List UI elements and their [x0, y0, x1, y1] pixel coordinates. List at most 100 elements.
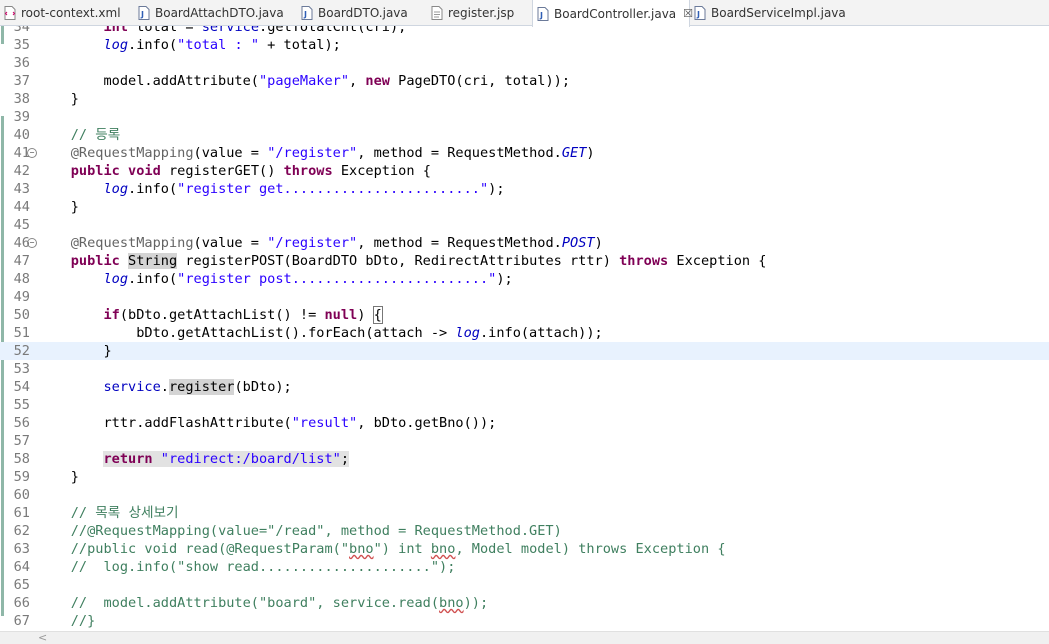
code-line[interactable]: 61 // 목록 상세보기 — [0, 504, 1049, 522]
code-token: { — [372, 306, 383, 324]
code-line[interactable]: 35 log.info("total : " + total); — [0, 36, 1049, 54]
code-token: log — [455, 325, 480, 341]
code-line[interactable]: 36 — [0, 54, 1049, 72]
code-line[interactable]: 54 service.register(bDto); — [0, 378, 1049, 396]
code-line[interactable]: 64 // log.info("show read...............… — [0, 558, 1049, 576]
line-number: 42 — [13, 163, 30, 179]
code-token: rttr.addFlashAttribute( — [38, 415, 292, 431]
code-token: } — [38, 199, 79, 215]
code-token: (bDto.getAttachList() != — [119, 307, 325, 323]
code-line[interactable]: 47 public String registerPOST(BoardDTO b… — [0, 252, 1049, 270]
tab-boardserviceimpl-java[interactable]: J BoardServiceImpl.java — [690, 0, 860, 26]
code-text: } — [38, 90, 79, 108]
line-number: 59 — [13, 469, 30, 485]
tab-boardattachdto-java[interactable]: J BoardAttachDTO.java — [134, 0, 297, 26]
code-token: ); — [496, 271, 513, 287]
code-token: } — [38, 343, 112, 359]
code-line[interactable]: 66 // model.addAttribute("board", servic… — [0, 594, 1049, 612]
code-line[interactable]: 59 } — [0, 468, 1049, 486]
line-number: 45 — [13, 217, 30, 233]
code-token: public — [70, 253, 120, 269]
java-file-icon: J — [694, 6, 706, 20]
line-number: 57 — [13, 433, 30, 449]
code-text: public String registerPOST(BoardDTO bDto… — [38, 252, 766, 270]
code-line[interactable]: 63 //public void read(@RequestParam(" bno… — [0, 540, 1049, 558]
code-token: bDto.getAttachList().forEach(attach -> — [38, 325, 456, 341]
svg-text:J: J — [140, 10, 144, 19]
code-line[interactable]: 53 — [0, 360, 1049, 378]
code-line[interactable]: 39 — [0, 108, 1049, 126]
code-token: "redirect:/board/list" — [160, 451, 341, 467]
editor-tab-bar: root-context.xml J BoardAttachDTO.java J Boa… — [0, 0, 1049, 27]
line-number: 67 — [13, 613, 30, 629]
code-token: POST — [561, 235, 595, 251]
code-token: "register post........................" — [177, 271, 497, 287]
code-line[interactable]: 57 — [0, 432, 1049, 450]
code-line[interactable]: 49 — [0, 288, 1049, 306]
code-line[interactable]: 37 model.addAttribute("pageMaker", new P… — [0, 72, 1049, 90]
code-line[interactable]: 51 bDto.getAttachList().forEach(attach -… — [0, 324, 1049, 342]
code-token: .info( — [128, 37, 178, 53]
tab-boarddto-java[interactable]: J BoardDTO.java — [297, 0, 427, 26]
code-token: public — [70, 163, 120, 179]
code-line[interactable]: 46− @RequestMapping(value = "/register",… — [0, 234, 1049, 252]
code-editor[interactable]: 34 int total = service.getTotalCnt(cri);… — [0, 26, 1049, 631]
code-line[interactable]: 43 log.info("register get...............… — [0, 180, 1049, 198]
code-line[interactable]: 34 int total = service.getTotalCnt(cri); — [0, 26, 1049, 36]
code-token: , method = RequestMethod. — [357, 235, 562, 251]
code-line[interactable]: 41− @RequestMapping(value = "/register",… — [0, 144, 1049, 162]
code-line[interactable]: 45 — [0, 216, 1049, 234]
code-line[interactable]: 65 — [0, 576, 1049, 594]
code-token: .info(attach)); — [479, 325, 603, 341]
code-token: .getTotalCnt(cri); — [259, 26, 407, 35]
code-text: // model.addAttribute("board", service.r… — [38, 594, 488, 612]
java-file-icon: J — [138, 6, 150, 20]
line-number: 49 — [13, 289, 30, 305]
code-line[interactable]: 56 rttr.addFlashAttribute("result", bDto… — [0, 414, 1049, 432]
code-line[interactable]: 44 } — [0, 198, 1049, 216]
line-number: 40 — [13, 127, 30, 143]
fold-toggle-icon[interactable]: − — [27, 148, 37, 158]
line-number: 39 — [13, 109, 30, 125]
code-line[interactable]: 67 //} — [0, 612, 1049, 630]
code-text: // 등록 — [38, 126, 121, 144]
code-line[interactable]: 48 log.info("register post..............… — [0, 270, 1049, 288]
code-token: //public void read(@RequestParam(" — [70, 541, 350, 557]
code-line[interactable]: 52 } — [0, 342, 1049, 360]
code-token: register — [168, 379, 235, 395]
code-line[interactable]: 55 — [0, 396, 1049, 414]
code-line[interactable]: 62 //@RequestMapping(value="/read", meth… — [0, 522, 1049, 540]
code-token: // 등록 — [70, 127, 121, 143]
code-line[interactable]: 58 return "redirect:/board/list"; — [0, 450, 1049, 468]
code-token: PageDTO(cri, total)); — [389, 73, 571, 89]
code-token: ) — [594, 235, 603, 251]
code-token: "pageMaker" — [258, 73, 350, 89]
code-line[interactable]: 42 public void registerGET() throws Exce… — [0, 162, 1049, 180]
code-text: @RequestMapping(value = "/register", met… — [38, 234, 603, 252]
code-token: ); — [488, 181, 505, 197]
code-token: GET — [561, 145, 587, 161]
horizontal-scrollbar[interactable]: < — [0, 631, 1049, 644]
code-token: return — [103, 451, 153, 467]
code-token: "/register" — [267, 235, 358, 251]
code-line[interactable]: 50 if(bDto.getAttachList() != null) { — [0, 306, 1049, 324]
code-token: bno — [430, 541, 456, 557]
code-line[interactable]: 40 // 등록 — [0, 126, 1049, 144]
java-file-icon: J — [301, 6, 313, 20]
scroll-left-icon[interactable]: < — [38, 632, 47, 644]
code-token: new — [365, 73, 390, 89]
line-number: 63 — [13, 541, 30, 557]
fold-toggle-icon[interactable]: − — [27, 238, 37, 248]
code-line[interactable]: 38 } — [0, 90, 1049, 108]
code-text: rttr.addFlashAttribute("result", bDto.ge… — [38, 414, 496, 432]
tab-boardcontroller-java[interactable]: J BoardController.java ☒ — [532, 0, 693, 27]
code-token: . — [160, 379, 169, 395]
code-line[interactable]: 60 — [0, 486, 1049, 504]
tab-register-jsp[interactable]: register.jsp — [427, 0, 532, 26]
tab-root-context-xml[interactable]: root-context.xml — [0, 0, 134, 26]
line-number: 48 — [13, 271, 30, 287]
line-number: 43 — [13, 181, 30, 197]
